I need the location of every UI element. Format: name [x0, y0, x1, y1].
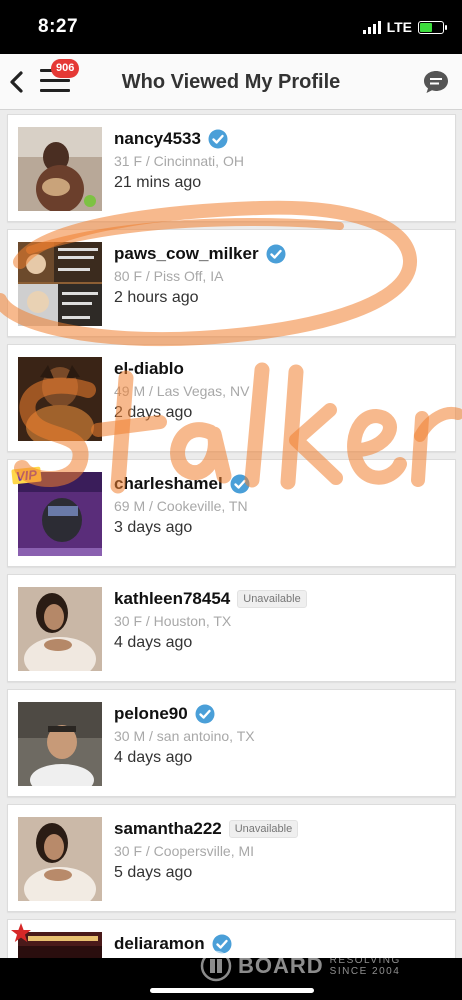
username[interactable]: charleshamel [114, 474, 223, 494]
page-title: Who Viewed My Profile [121, 71, 341, 93]
viewer-meta: 69 M / Cookeville, TN [114, 498, 248, 514]
viewed-time: 4 days ago [114, 634, 193, 651]
viewer-meta: 30 F / Houston, TX [114, 613, 232, 629]
username[interactable]: deliaramon [114, 934, 205, 954]
avatar[interactable] [18, 587, 102, 671]
viewer-card[interactable]: pelone90 30 M / san antoino, TX 4 days a… [7, 689, 456, 797]
viewer-list: nancy4533 31 F / Cincinnati, OH 21 mins … [0, 114, 462, 960]
avatar[interactable] [18, 127, 102, 211]
watermark-brand: BOARD [238, 953, 324, 978]
verified-icon [266, 244, 286, 264]
username[interactable]: kathleen78454 [114, 589, 230, 609]
viewed-time: 2 days ago [114, 404, 193, 421]
viewed-time: 3 days ago [114, 519, 193, 536]
viewed-time: 21 mins ago [114, 174, 202, 191]
board-logo-icon [200, 950, 232, 982]
viewer-meta: 49 M / Las Vegas, NV [114, 383, 250, 399]
viewer-meta: 80 F / Piss Off, IA [114, 268, 224, 284]
viewer-card[interactable]: paws_cow_milker 80 F / Piss Off, IA 2 ho… [7, 229, 456, 337]
star-icon [11, 923, 31, 942]
viewer-card[interactable]: VIP charleshamel 69 M / Cookeville, TN 3… [7, 459, 456, 567]
avatar[interactable] [18, 357, 102, 441]
avatar[interactable] [18, 702, 102, 786]
messages-button[interactable] [422, 68, 450, 96]
nav-bar: 906 Who Viewed My Profile [0, 54, 462, 110]
battery-icon [418, 20, 447, 34]
viewer-meta: 31 F / Cincinnati, OH [114, 153, 244, 169]
signal-icon [362, 20, 381, 34]
viewed-time: 4 days ago [114, 749, 193, 766]
username[interactable]: nancy4533 [114, 129, 201, 149]
viewed-time: 2 hours ago [114, 289, 199, 306]
viewed-time: 5 days ago [114, 864, 193, 881]
home-indicator[interactable] [150, 988, 314, 993]
verified-icon [208, 129, 228, 149]
unavailable-badge: Unavailable [237, 590, 307, 608]
viewer-card[interactable]: el-diablo 49 M / Las Vegas, NV 2 days ag… [7, 344, 456, 452]
chat-bubble-icon [424, 71, 448, 93]
username[interactable]: paws_cow_milker [114, 244, 259, 264]
avatar[interactable] [18, 242, 102, 326]
watermark: BOARD RESOLVING SINCE 2004 [200, 950, 401, 982]
status-indicators: LTE [362, 19, 447, 35]
verified-icon [195, 704, 215, 724]
status-bar: 8:27 LTE [0, 0, 462, 54]
viewer-meta: 30 M / san antoino, TX [114, 728, 255, 744]
username[interactable]: el-diablo [114, 359, 184, 379]
watermark-tagline: RESOLVING SINCE 2004 [329, 955, 401, 977]
viewer-card[interactable]: kathleen78454 Unavailable 30 F / Houston… [7, 574, 456, 682]
username[interactable]: pelone90 [114, 704, 188, 724]
verified-icon [230, 474, 250, 494]
avatar[interactable] [18, 472, 102, 556]
viewer-meta: 30 F / Coopersville, MI [114, 843, 255, 859]
unavailable-badge: Unavailable [228, 820, 299, 838]
username[interactable]: samantha222 [114, 819, 222, 839]
viewer-card[interactable]: samantha222 Unavailable 30 F / Coopersvi… [7, 804, 456, 912]
viewer-card[interactable]: nancy4533 31 F / Cincinnati, OH 21 mins … [7, 114, 456, 222]
network-label: LTE [386, 19, 412, 35]
avatar[interactable] [18, 817, 102, 901]
vip-badge: VIP [11, 466, 42, 485]
status-time: 8:27 [38, 16, 79, 37]
